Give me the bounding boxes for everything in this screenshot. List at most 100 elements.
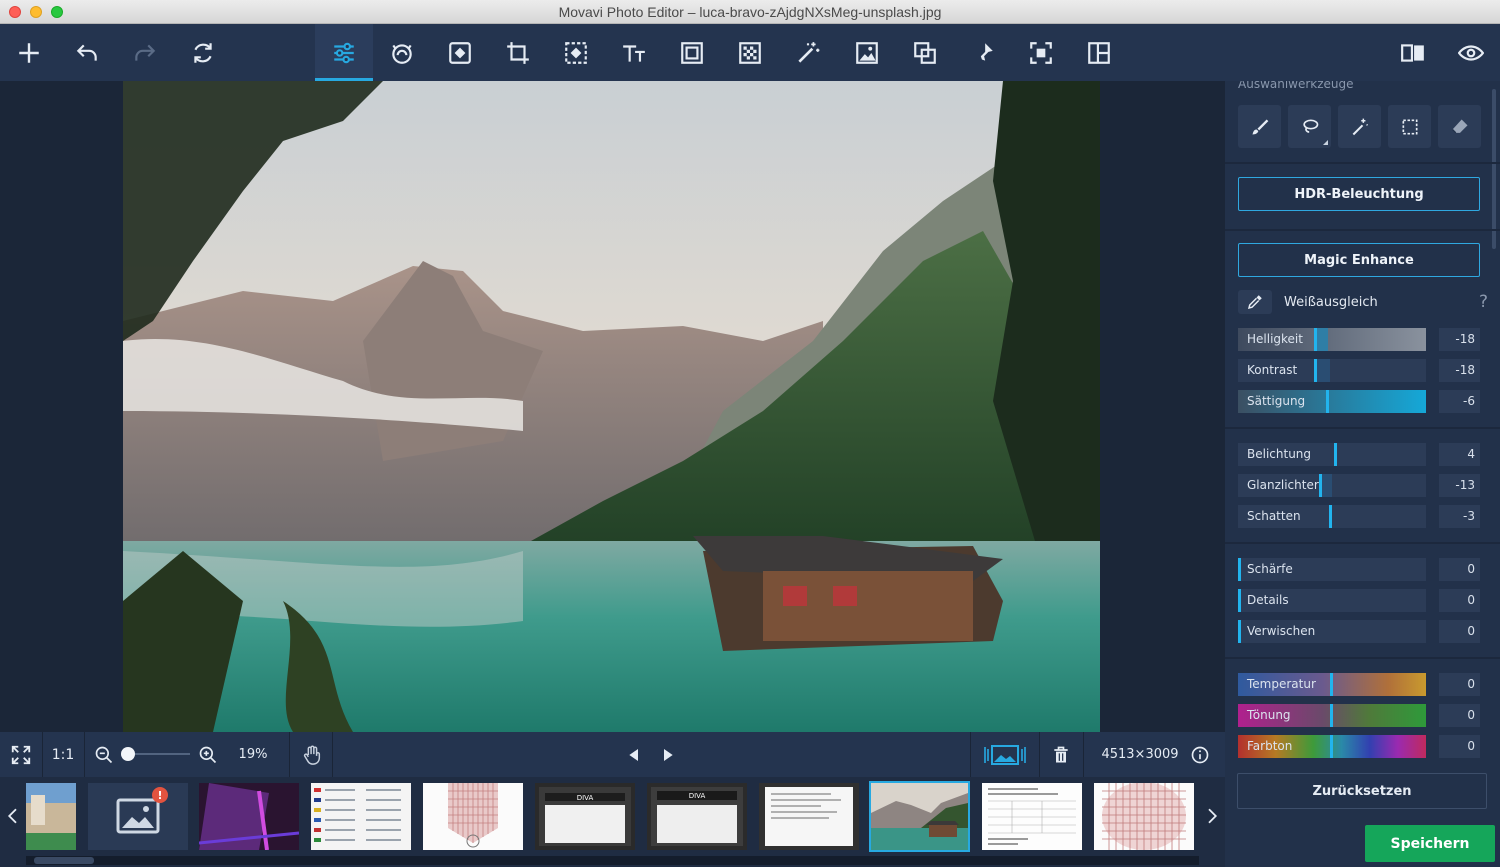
panel-scrollbar[interactable] <box>1492 89 1496 249</box>
eraser-tool-button[interactable] <box>1438 105 1481 148</box>
filmstrip-toggle-button[interactable] <box>972 732 1038 777</box>
filmstrip-thumbnail[interactable]: DIVA <box>647 783 747 850</box>
next-image-button[interactable] <box>654 732 682 777</box>
tab-insert-image[interactable] <box>838 24 896 81</box>
tab-effects[interactable] <box>779 24 837 81</box>
slider-handle[interactable] <box>1326 390 1329 413</box>
hand-tool-button[interactable] <box>292 732 332 777</box>
slider-value[interactable]: 0 <box>1439 673 1480 696</box>
slider-handle[interactable] <box>1238 558 1241 581</box>
slider-value[interactable]: 0 <box>1439 589 1480 612</box>
white-balance-picker-button[interactable] <box>1238 290 1272 314</box>
slider-saturation[interactable]: Sättigung -6 <box>1238 390 1480 413</box>
slider-handle[interactable] <box>1330 735 1333 758</box>
slider-contrast[interactable]: Kontrast -18 <box>1238 359 1480 382</box>
zoom-slider-handle[interactable] <box>121 747 135 761</box>
previous-image-button[interactable] <box>620 732 648 777</box>
filmstrip-thumbnail[interactable] <box>199 783 299 850</box>
slider-handle[interactable] <box>1334 443 1337 466</box>
magic-enhance-button[interactable]: Magic Enhance <box>1238 243 1480 277</box>
delete-image-button[interactable] <box>1042 732 1080 777</box>
slider-handle[interactable] <box>1314 328 1317 351</box>
slider-handle[interactable] <box>1319 474 1322 497</box>
slider-blur[interactable]: Verwischen 0 <box>1238 620 1480 643</box>
rect-select-tool-button[interactable] <box>1388 105 1431 148</box>
compare-view-button[interactable] <box>1384 24 1442 81</box>
help-icon[interactable]: ? <box>1479 292 1488 312</box>
preview-button[interactable] <box>1442 24 1500 81</box>
filmstrip-thumbnail[interactable]: ! <box>88 783 188 850</box>
filmstrip-thumbnail[interactable] <box>982 783 1082 850</box>
tab-selection[interactable] <box>1012 24 1070 81</box>
tab-background[interactable] <box>547 24 605 81</box>
zoom-out-button[interactable] <box>90 732 118 777</box>
slider-highlights[interactable]: Glanzlichter -13 <box>1238 474 1480 497</box>
slider-shadows[interactable]: Schatten -3 <box>1238 505 1480 528</box>
reset-image-button[interactable] <box>174 24 232 81</box>
add-file-button[interactable] <box>0 24 58 81</box>
magic-select-tool-button[interactable] <box>1338 105 1381 148</box>
redo-button[interactable] <box>116 24 174 81</box>
filmstrip-thumbnail[interactable] <box>1094 783 1194 850</box>
fit-to-screen-button[interactable] <box>0 732 42 777</box>
filmstrip-thumbnail[interactable] <box>759 783 859 850</box>
slider-hue[interactable]: Farbton 0 <box>1238 735 1480 758</box>
undo-button[interactable] <box>58 24 116 81</box>
slider-value[interactable]: 0 <box>1439 620 1480 643</box>
slider-value[interactable]: -18 <box>1439 328 1480 351</box>
slider-details[interactable]: Details 0 <box>1238 589 1480 612</box>
filmstrip-thumbnail[interactable] <box>423 783 523 850</box>
brush-tool-button[interactable] <box>1238 105 1281 148</box>
slider-handle[interactable] <box>1330 704 1333 727</box>
adjust-sliders-icon <box>334 42 354 63</box>
tab-text[interactable] <box>605 24 663 81</box>
actual-size-button[interactable]: 1:1 <box>43 732 83 777</box>
slider-sharpness[interactable]: Schärfe 0 <box>1238 558 1480 581</box>
filmstrip-thumbnail-selected[interactable] <box>869 781 970 852</box>
slider-tint[interactable]: Tönung 0 <box>1238 704 1480 727</box>
slider-handle[interactable] <box>1330 673 1333 696</box>
slider-exposure[interactable]: Belichtung 4 <box>1238 443 1480 466</box>
edited-photo[interactable] <box>123 81 1100 732</box>
slider-value[interactable]: -13 <box>1439 474 1480 497</box>
slider-handle[interactable] <box>1314 359 1317 382</box>
slider-value[interactable]: -18 <box>1439 359 1480 382</box>
filmstrip-next-button[interactable] <box>1199 777 1225 855</box>
filmstrip-thumbnail[interactable] <box>26 783 76 850</box>
slider-temperature[interactable]: Temperatur 0 <box>1238 673 1480 696</box>
tab-noise[interactable] <box>721 24 779 81</box>
slider-handle[interactable] <box>1238 620 1241 643</box>
zoom-in-button[interactable] <box>194 732 222 777</box>
slider-value[interactable]: -6 <box>1439 390 1480 413</box>
tab-object-removal[interactable] <box>431 24 489 81</box>
tab-stickers[interactable] <box>954 24 1012 81</box>
tab-crop[interactable] <box>489 24 547 81</box>
save-button[interactable]: Speichern <box>1365 825 1495 862</box>
tab-resize[interactable] <box>896 24 954 81</box>
image-canvas[interactable] <box>0 81 1225 732</box>
lasso-tool-button[interactable] <box>1288 105 1331 148</box>
filmstrip-prev-button[interactable] <box>0 777 26 855</box>
slider-handle[interactable] <box>1238 589 1241 612</box>
slider-value[interactable]: 0 <box>1439 735 1480 758</box>
tab-adjust[interactable] <box>315 24 373 81</box>
insert-image-icon <box>856 41 878 64</box>
zoom-slider-track[interactable] <box>128 753 190 755</box>
filmstrip-scrollbar-thumb[interactable] <box>34 857 94 864</box>
slider-value[interactable]: 4 <box>1439 443 1480 466</box>
tab-retouch[interactable] <box>373 24 431 81</box>
reset-button[interactable]: Zurücksetzen <box>1237 773 1487 809</box>
image-info-button[interactable] <box>1186 732 1214 777</box>
tab-layout[interactable] <box>1070 24 1128 81</box>
slider-value[interactable]: 0 <box>1439 558 1480 581</box>
tab-frames[interactable] <box>663 24 721 81</box>
filmstrip-thumbnail[interactable]: DIVA <box>535 783 635 850</box>
filmstrip-thumbnail[interactable] <box>311 783 411 850</box>
slider-brightness[interactable]: Helligkeit -18 <box>1238 328 1480 351</box>
info-icon <box>1191 746 1209 763</box>
hdr-lighting-button[interactable]: HDR-Beleuchtung <box>1238 177 1480 211</box>
slider-value[interactable]: 0 <box>1439 704 1480 727</box>
slider-handle[interactable] <box>1329 505 1332 528</box>
filmstrip-scrollbar[interactable] <box>26 856 1199 865</box>
slider-value[interactable]: -3 <box>1439 505 1480 528</box>
